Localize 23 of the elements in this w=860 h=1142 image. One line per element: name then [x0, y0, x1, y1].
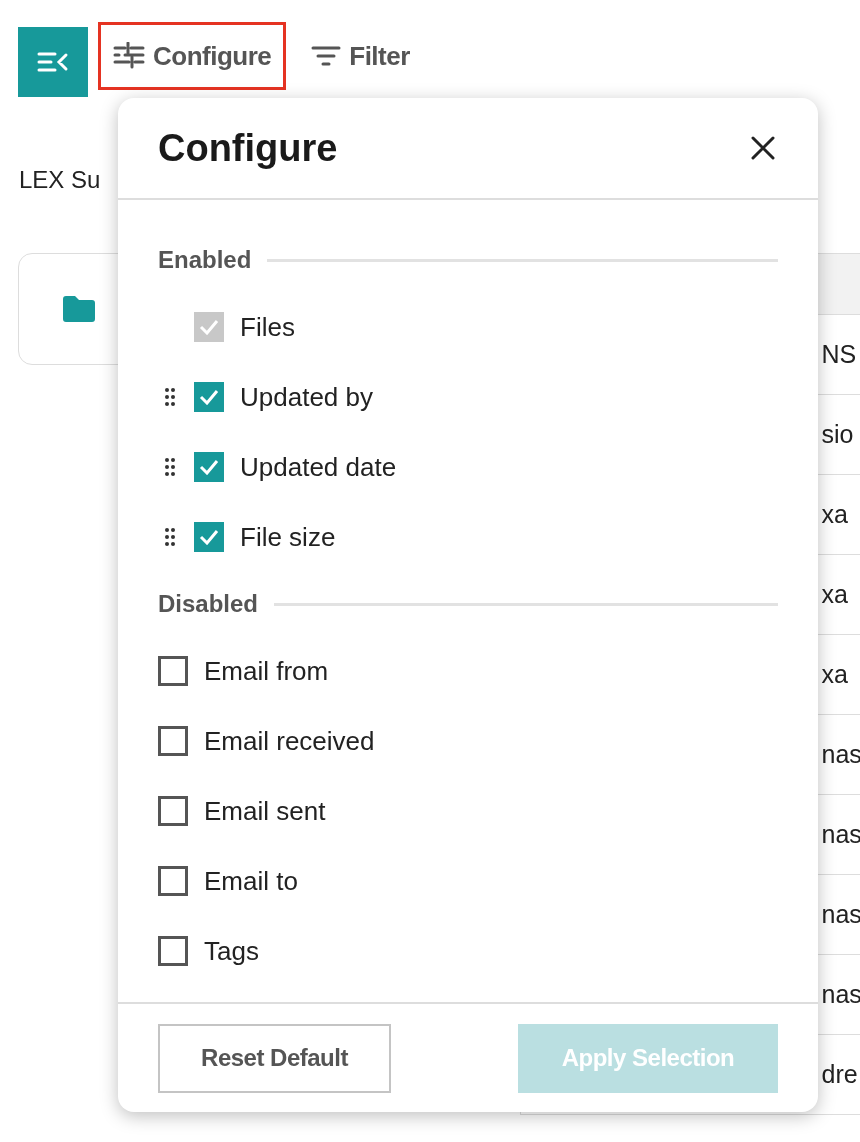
checkbox-label: Email sent [204, 795, 326, 827]
table-cell: nas [821, 740, 860, 769]
table-cell: dre [821, 1060, 858, 1089]
popover-title: Configure [158, 126, 338, 170]
checkbox-label: File size [240, 521, 336, 553]
checkbox-label: Email received [204, 725, 375, 757]
table-cell: sio [821, 420, 854, 449]
checkbox-label: Files [240, 311, 295, 343]
table-cell: NS [821, 340, 857, 369]
checkbox-label: Email to [204, 865, 298, 897]
section-heading: Disabled [158, 590, 259, 618]
checkbox-label: Tags [204, 935, 259, 967]
checkbox-label: Email from [204, 655, 329, 687]
page-title: LEX Su [19, 165, 101, 195]
table-cell: nas [821, 980, 860, 1009]
table-cell: xa [821, 660, 848, 689]
checkbox-label: Updated by [240, 381, 373, 413]
checkbox-label: Updated date [240, 451, 397, 483]
table-cell: nas [821, 900, 860, 929]
table-cell: xa [821, 580, 848, 609]
table-cell: xa [821, 500, 848, 529]
section-heading: Enabled [158, 246, 252, 274]
table-cell: nas [821, 820, 860, 849]
